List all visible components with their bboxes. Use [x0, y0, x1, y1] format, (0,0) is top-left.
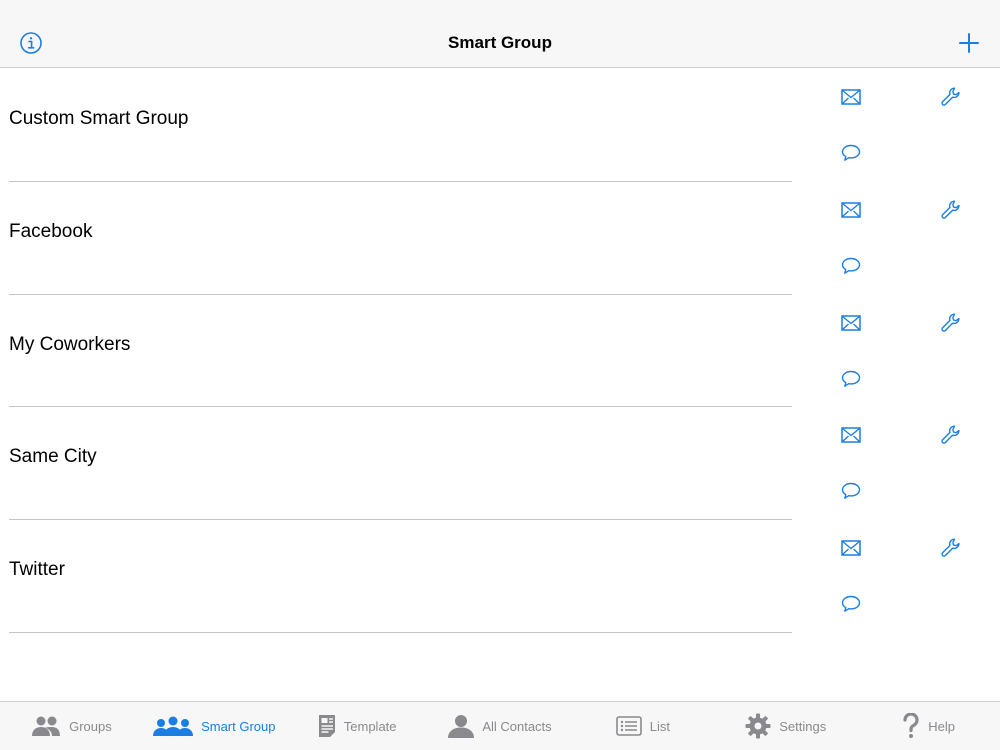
- smart-group-icon: [153, 716, 194, 736]
- message-button[interactable]: [839, 367, 863, 391]
- tab-label: Groups: [69, 718, 112, 734]
- message-button[interactable]: [839, 479, 863, 503]
- tab-smart-group[interactable]: Smart Group: [143, 702, 286, 750]
- wrench-icon: [941, 425, 960, 444]
- group-name: Twitter: [9, 559, 65, 580]
- tab-label: Help: [928, 718, 955, 734]
- tab-label: Settings: [779, 718, 827, 734]
- chat-bubble-icon: [841, 483, 861, 500]
- edit-group-button[interactable]: [939, 85, 963, 109]
- smart-group-list: Custom Smart Group Facebook My Coworkers…: [0, 69, 1000, 633]
- envelope-icon: [841, 427, 861, 443]
- tab-list[interactable]: List: [571, 702, 714, 750]
- add-button[interactable]: [956, 30, 982, 56]
- tab-bar: Groups Smart Group Template All Contacts: [0, 701, 1000, 750]
- person-icon: [448, 715, 475, 738]
- tab-label: Template: [343, 718, 397, 734]
- message-button[interactable]: [839, 141, 863, 165]
- email-button[interactable]: [839, 536, 863, 560]
- navigation-bar: Smart Group: [0, 0, 1000, 68]
- list-item[interactable]: Facebook: [0, 182, 1000, 295]
- group-name: My Coworkers: [9, 333, 131, 355]
- message-button[interactable]: [839, 592, 863, 616]
- wrench-icon: [941, 87, 960, 106]
- envelope-icon: [841, 202, 861, 218]
- group-name: Facebook: [9, 220, 93, 242]
- chat-bubble-icon: [841, 370, 861, 387]
- tab-settings[interactable]: Settings: [714, 702, 857, 750]
- envelope-icon: [841, 89, 861, 105]
- tab-groups[interactable]: Groups: [0, 702, 143, 750]
- page-title: Smart Group: [448, 33, 552, 52]
- tab-help[interactable]: Help: [857, 702, 1000, 750]
- envelope-icon: [841, 540, 861, 556]
- email-button[interactable]: [839, 311, 863, 335]
- chat-bubble-icon: [841, 257, 861, 274]
- chat-bubble-icon: [841, 595, 861, 612]
- edit-group-button[interactable]: [939, 536, 963, 560]
- email-button[interactable]: [839, 198, 863, 222]
- wrench-icon: [941, 538, 960, 557]
- wrench-icon: [941, 312, 960, 332]
- gear-icon: [745, 713, 771, 739]
- groups-icon: [32, 716, 61, 736]
- list-item[interactable]: Custom Smart Group: [0, 69, 1000, 182]
- tab-label: List: [649, 718, 670, 734]
- tab-template[interactable]: Template: [286, 702, 429, 750]
- row-divider: [9, 631, 792, 633]
- tab-label: Smart Group: [201, 718, 276, 734]
- list-item[interactable]: Twitter: [0, 520, 1000, 633]
- list-icon: [615, 716, 642, 736]
- wrench-icon: [941, 200, 960, 219]
- app: Smart Group Custom Smart Group Facebook: [0, 0, 1000, 750]
- tab-all-contacts[interactable]: All Contacts: [429, 702, 572, 750]
- template-icon: [318, 715, 335, 737]
- chat-bubble-icon: [841, 144, 861, 161]
- email-button[interactable]: [839, 85, 863, 109]
- edit-group-button[interactable]: [939, 311, 963, 335]
- edit-group-button[interactable]: [939, 423, 963, 447]
- list-item[interactable]: My Coworkers: [0, 295, 1000, 408]
- envelope-icon: [841, 314, 861, 331]
- message-button[interactable]: [839, 254, 863, 278]
- group-name: Custom Smart Group: [9, 108, 189, 129]
- edit-group-button[interactable]: [939, 198, 963, 222]
- email-button[interactable]: [839, 423, 863, 447]
- plus-icon: [959, 33, 979, 53]
- group-name: Same City: [9, 446, 97, 468]
- question-icon: [903, 713, 919, 738]
- list-item[interactable]: Same City: [0, 407, 1000, 520]
- tab-label: All Contacts: [482, 718, 552, 734]
